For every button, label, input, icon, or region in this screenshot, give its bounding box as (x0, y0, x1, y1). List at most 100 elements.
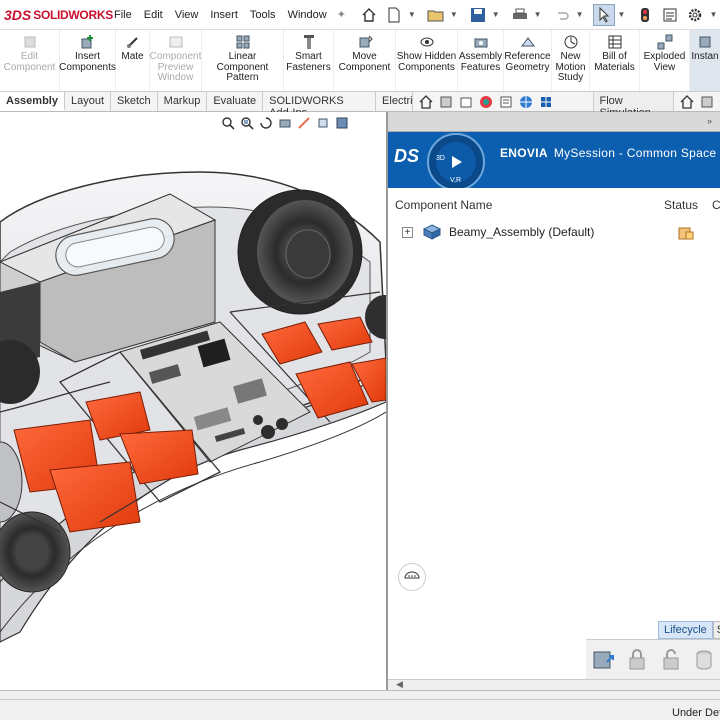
gear-icon[interactable] (684, 4, 706, 26)
ribbon-label: Reference Geometry (504, 51, 551, 73)
new-document-icon[interactable] (383, 4, 405, 26)
menu-file[interactable]: File (108, 9, 138, 21)
tab-flow-simulation[interactable]: Flow Simulation (592, 92, 674, 119)
tab-layout[interactable]: Layout (65, 92, 112, 111)
component-table-header: Component Name Status C (388, 198, 720, 216)
menu-edit[interactable]: Edit (138, 9, 169, 21)
move-component-button[interactable]: Move Component (334, 30, 396, 91)
tab-lifecycle[interactable]: Lifecycle (658, 621, 713, 639)
reference-geometry-icon (519, 33, 537, 51)
tab-sketch[interactable]: Sketch (111, 92, 158, 111)
tab-addins[interactable]: SOLIDWORKS Add-Ins (263, 92, 377, 119)
preview-window-icon (167, 33, 185, 51)
smart-fasteners-button[interactable]: Smart Fasteners (284, 30, 334, 91)
show-hidden-button[interactable]: Show Hidden Components (396, 30, 458, 91)
select-arrow-icon[interactable] (592, 3, 615, 26)
tab-markup[interactable]: Markup (158, 92, 208, 111)
chevron-down-icon[interactable]: ▼ (534, 10, 542, 19)
chevron-down-icon[interactable]: ▼ (618, 10, 626, 19)
comment-bubble-icon[interactable] (398, 563, 426, 591)
ds-logo-icon: 3DS (4, 6, 32, 23)
linear-pattern-icon (234, 33, 252, 51)
library-icon[interactable] (698, 93, 716, 111)
tab-assembly[interactable]: Assembly (0, 92, 65, 111)
menu-insert[interactable]: Insert (204, 9, 244, 21)
tab-electrical[interactable]: Electrics (376, 92, 413, 111)
instant3d-button[interactable]: Instan (690, 30, 720, 91)
ribbon-label: New Motion Study (555, 51, 586, 83)
component-preview-button[interactable]: Component Preview Window (150, 30, 202, 91)
ribbon-label: Component Preview Window (149, 51, 202, 83)
tab-evaluate[interactable]: Evaluate (207, 92, 264, 111)
chevron-down-icon[interactable]: ▼ (492, 10, 500, 19)
col-component-name[interactable]: Component Name (388, 198, 664, 216)
brand-name: SOLIDWORKS (33, 7, 113, 22)
insert-components-button[interactable]: Insert Components (59, 30, 116, 91)
assembly-model-view[interactable] (0, 112, 386, 690)
scroll-left-icon[interactable]: ◀ (396, 679, 403, 690)
globe-icon[interactable] (517, 93, 535, 111)
task-pane-header: » (388, 112, 720, 132)
custom-properties-icon[interactable] (497, 93, 515, 111)
traffic-light-icon[interactable] (634, 4, 656, 26)
home-icon[interactable] (358, 4, 380, 26)
exploded-view-icon (656, 33, 674, 51)
open-folder-icon[interactable] (425, 4, 447, 26)
tab-s[interactable]: S (712, 621, 720, 639)
new-motion-study-button[interactable]: New Motion Study (552, 30, 590, 91)
chevron-down-icon[interactable]: ▼ (709, 10, 717, 19)
graphics-area[interactable] (0, 112, 386, 690)
save-to-vault-icon[interactable] (590, 646, 618, 674)
menu-bar: 3DS SOLIDWORKS File Edit View Insert Too… (0, 0, 720, 30)
menu-tools[interactable]: Tools (244, 9, 282, 21)
horizontal-scrollbar[interactable]: ◀ (388, 679, 720, 690)
chevron-down-icon[interactable]: ▼ (576, 10, 584, 19)
pin-icon[interactable]: ✦ (337, 8, 346, 21)
3dexperience-icon[interactable] (537, 93, 555, 111)
menu-view[interactable]: View (169, 9, 205, 21)
menu-window[interactable]: Window (282, 9, 333, 21)
assembly-icon (423, 224, 441, 240)
database-icon[interactable] (692, 646, 720, 674)
mate-icon (124, 33, 142, 51)
linear-pattern-button[interactable]: Linear Component Pattern (202, 30, 284, 91)
lock-icon[interactable] (624, 646, 652, 674)
expand-icon[interactable]: + (402, 226, 413, 238)
status-divider (0, 699, 720, 713)
home-icon[interactable] (417, 93, 435, 111)
col-c[interactable]: C (712, 198, 720, 216)
print-icon[interactable] (509, 4, 531, 26)
undo-icon[interactable] (551, 4, 573, 26)
save-icon[interactable] (467, 4, 489, 26)
chevron-down-icon[interactable]: ▼ (450, 10, 458, 19)
collapse-icon[interactable]: » (707, 116, 717, 126)
enovia-title: ENOVIA MySession - Common Space (I (500, 146, 720, 160)
reference-geometry-button[interactable]: Reference Geometry (504, 30, 552, 91)
status-text: Under Defin (672, 707, 720, 719)
file-explorer-icon[interactable] (457, 93, 475, 111)
edit-component-button[interactable]: Edit Component (0, 30, 60, 91)
solidworks-logo[interactable]: 3DS SOLIDWORKS (4, 6, 113, 23)
ribbon-label: Linear Component Pattern (216, 51, 269, 83)
file-properties-icon[interactable] (659, 4, 681, 26)
ribbon-label: Instan (691, 51, 719, 62)
mate-button[interactable]: Mate (116, 30, 150, 91)
component-name: Beamy_Assembly (Default) (449, 225, 595, 239)
command-manager-tabs: Assembly Layout Sketch Markup Evaluate S… (0, 92, 720, 119)
bill-of-materials-button[interactable]: Bill of Materials (590, 30, 640, 91)
assembly-features-button[interactable]: Assembly Features (458, 30, 504, 91)
col-status[interactable]: Status (664, 198, 712, 216)
compass-widget[interactable]: DS 3D V,R (388, 132, 498, 188)
library-icon[interactable] (437, 93, 455, 111)
ds-logo-icon: DS (394, 146, 419, 166)
ribbon-label: Edit Component (3, 51, 56, 73)
table-row[interactable]: + Beamy_Assembly (Default) (388, 222, 720, 242)
ribbon-label: Exploded View (643, 51, 686, 73)
enovia-brand: ENOVIA (500, 146, 548, 160)
exploded-view-button[interactable]: Exploded View (640, 30, 690, 91)
appearances-icon[interactable] (477, 93, 495, 111)
task-pane: » DS 3D V,R ENOVIA MySession - Common Spa… (386, 112, 720, 690)
unlock-icon[interactable] (658, 646, 686, 674)
chevron-down-icon[interactable]: ▼ (408, 10, 416, 19)
home-icon[interactable] (678, 93, 696, 111)
